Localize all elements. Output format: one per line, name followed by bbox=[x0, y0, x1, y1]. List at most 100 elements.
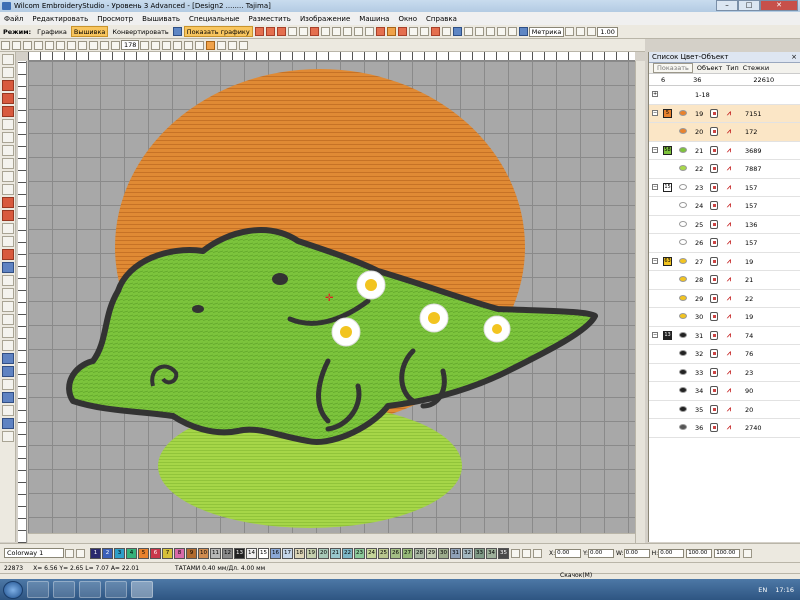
cut-icon[interactable] bbox=[45, 40, 54, 50]
tool-icon-16[interactable] bbox=[419, 27, 429, 36]
tool-icon-12[interactable] bbox=[375, 27, 385, 36]
tool-icon-10[interactable] bbox=[353, 27, 363, 36]
rotate-icon[interactable] bbox=[111, 40, 120, 50]
stitch-tool-icon-16[interactable] bbox=[2, 314, 14, 325]
stitch-tool-icon-21[interactable] bbox=[2, 379, 14, 390]
scale-y-field[interactable]: 100.00 bbox=[714, 548, 741, 558]
object-row[interactable]: 35 ⩘ 20 bbox=[649, 401, 800, 419]
tool-icon-32[interactable] bbox=[173, 40, 183, 50]
tool-icon-24[interactable] bbox=[507, 27, 517, 36]
tool-icon-26[interactable] bbox=[565, 27, 575, 36]
object-row[interactable]: 33 ⩘ 23 bbox=[649, 364, 800, 382]
palette-tool-icon-1[interactable] bbox=[511, 548, 520, 558]
palette-swatch[interactable]: 1 bbox=[90, 547, 101, 559]
menu-window[interactable]: Окно bbox=[398, 15, 417, 23]
tool-icon-5[interactable] bbox=[298, 27, 308, 36]
maximize-button[interactable]: □ bbox=[738, 0, 760, 11]
expand-toggle-icon[interactable]: − bbox=[652, 257, 658, 264]
palette-swatch[interactable]: 7 bbox=[162, 547, 173, 559]
monogram-icon[interactable] bbox=[2, 236, 14, 247]
palette-swatch[interactable]: 33 bbox=[474, 547, 485, 559]
w-field[interactable]: 0.00 bbox=[623, 548, 650, 558]
minimize-button[interactable]: – bbox=[716, 0, 738, 11]
object-row[interactable]: +1-18 bbox=[649, 86, 800, 105]
stitch-tool-icon-23[interactable] bbox=[2, 405, 14, 416]
stitch-tool-icon-4[interactable] bbox=[2, 119, 14, 130]
tool-icon-2[interactable] bbox=[265, 27, 275, 36]
stitch-tool-icon-15[interactable] bbox=[2, 301, 14, 312]
object-row[interactable]: 20 ⩘ 172 bbox=[649, 123, 800, 142]
palette-swatch[interactable]: 4 bbox=[126, 547, 137, 559]
panel-close-icon[interactable]: × bbox=[791, 53, 797, 61]
menu-edit[interactable]: Редактировать bbox=[32, 15, 88, 23]
expand-toggle-icon[interactable]: − bbox=[652, 331, 658, 338]
embroidery-mode-button[interactable]: Вышивка bbox=[70, 26, 109, 37]
object-row[interactable]: 22 ⩘ 7887 bbox=[649, 160, 800, 179]
object-row[interactable]: −13 31 ⩘ 74 bbox=[649, 327, 800, 345]
lock-icon[interactable] bbox=[743, 548, 753, 558]
palette-tool-icon-3[interactable] bbox=[533, 548, 542, 558]
stitch-tool-icon-17[interactable] bbox=[2, 327, 14, 338]
tool-icon-6[interactable] bbox=[309, 27, 319, 36]
h-field[interactable]: 0.00 bbox=[658, 548, 685, 558]
select-arrow-icon[interactable] bbox=[2, 54, 14, 65]
y-field[interactable]: 0.00 bbox=[588, 548, 615, 558]
palette-swatch[interactable]: 30 bbox=[438, 547, 449, 559]
tool-icon-27[interactable] bbox=[576, 27, 586, 36]
globe-icon[interactable] bbox=[172, 27, 182, 36]
stitch-tool-icon-7[interactable] bbox=[2, 158, 14, 169]
object-row[interactable]: −5 19 ⩘ 7151 bbox=[649, 104, 800, 123]
palette-swatch[interactable]: 34 bbox=[486, 547, 497, 559]
menu-image[interactable]: Изображение bbox=[300, 15, 350, 23]
object-row[interactable]: 34 ⩘ 90 bbox=[649, 382, 800, 401]
taskbar-app-1[interactable] bbox=[27, 581, 49, 598]
palette-swatch[interactable]: 3 bbox=[114, 547, 125, 559]
stitch-tool-icon-2[interactable] bbox=[2, 93, 14, 104]
object-row[interactable]: 24 ⩘ 157 bbox=[649, 197, 800, 216]
stitch-tool-icon-19[interactable] bbox=[2, 353, 14, 364]
graphics-mode-button[interactable]: Графика bbox=[35, 26, 69, 37]
tool-icon-7[interactable] bbox=[320, 27, 330, 36]
palette-swatch[interactable]: 6 bbox=[150, 547, 161, 559]
palette-swatch[interactable]: 12 bbox=[222, 547, 233, 559]
tool-icon-25[interactable] bbox=[518, 27, 528, 36]
stitch-tool-icon-22[interactable] bbox=[2, 392, 14, 403]
menu-special[interactable]: Специальные bbox=[189, 15, 239, 23]
tool-icon-18[interactable] bbox=[441, 27, 451, 36]
print-icon[interactable] bbox=[34, 40, 43, 50]
object-row[interactable]: 28 ⩘ 21 bbox=[649, 271, 800, 290]
palette-tool-icon-2[interactable] bbox=[522, 548, 531, 558]
palette-swatch[interactable]: 9 bbox=[186, 547, 197, 559]
horizontal-scrollbar[interactable] bbox=[28, 533, 635, 543]
object-row[interactable]: 25 ⩘ 136 bbox=[649, 216, 800, 234]
stitch-tool-icon-9[interactable] bbox=[2, 184, 14, 195]
palette-swatch[interactable]: 26 bbox=[390, 547, 401, 559]
stitch-tool-icon-10[interactable] bbox=[2, 197, 14, 208]
tool-icon-19[interactable] bbox=[452, 27, 462, 36]
scale-x-field[interactable]: 100.00 bbox=[686, 548, 713, 558]
tool-icon-37[interactable] bbox=[228, 40, 238, 50]
menu-help[interactable]: Справка bbox=[426, 15, 457, 23]
zoom-icon[interactable] bbox=[100, 40, 109, 50]
zoom-factor-field[interactable]: 1.00 bbox=[597, 26, 618, 37]
lettering-icon[interactable] bbox=[2, 223, 14, 234]
object-row[interactable]: 29 ⩘ 22 bbox=[649, 290, 800, 308]
tool-icon-35[interactable] bbox=[206, 40, 216, 50]
open-icon[interactable] bbox=[12, 40, 21, 50]
paste-icon[interactable] bbox=[67, 40, 76, 50]
stitch-tool-icon-8[interactable] bbox=[2, 171, 14, 182]
object-row[interactable]: 36 ⩘ 2740 bbox=[649, 419, 800, 438]
palette-swatch[interactable]: 23 bbox=[354, 547, 365, 559]
tool-icon-9[interactable] bbox=[342, 27, 352, 36]
tool-icon-1[interactable] bbox=[254, 27, 264, 36]
circle-tool-icon[interactable] bbox=[2, 210, 14, 221]
angle-field[interactable]: 178 bbox=[121, 40, 140, 50]
stitch-tool-icon-14[interactable] bbox=[2, 288, 14, 299]
menu-machine[interactable]: Машина bbox=[359, 15, 389, 23]
palette-swatch[interactable]: 16 bbox=[270, 547, 281, 559]
colorway-edit-icon[interactable] bbox=[65, 548, 74, 558]
colorway-new-icon[interactable] bbox=[76, 548, 85, 558]
palette-swatch[interactable]: 21 bbox=[330, 547, 341, 559]
expand-toggle-icon[interactable]: − bbox=[652, 146, 658, 153]
object-row[interactable]: 26 ⩘ 157 bbox=[649, 234, 800, 253]
